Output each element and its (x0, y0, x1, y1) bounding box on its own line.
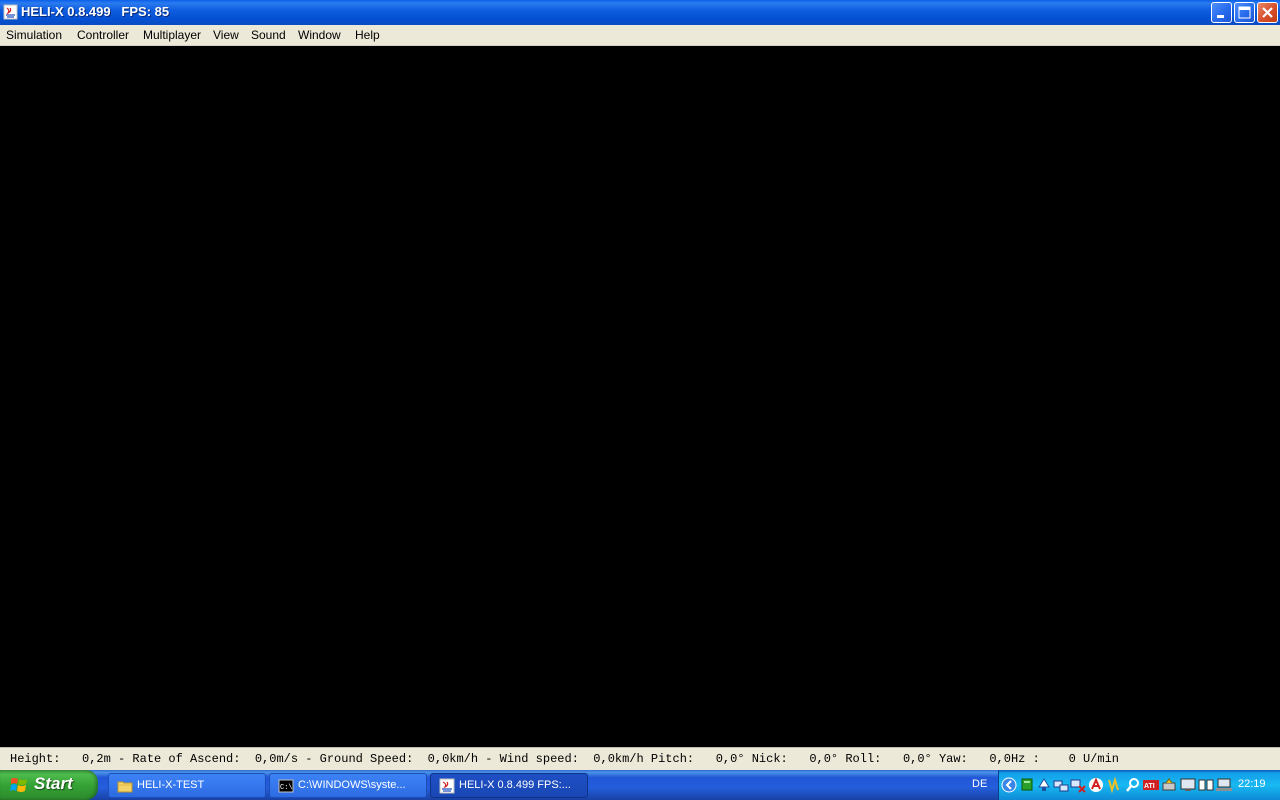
status-bar: Height: 0,2m - Rate of Ascend: 0,0m/s - … (0, 747, 1280, 770)
taskbar-item-label: C:\WINDOWS\syste... (298, 779, 406, 791)
search-icon[interactable] (1125, 777, 1141, 793)
svg-text:ATI: ATI (1144, 783, 1155, 790)
maximize-button[interactable] (1234, 2, 1255, 23)
minimize-icon (1217, 15, 1224, 18)
taskbar-item-label: HELI-X 0.8.499 FPS:... (459, 779, 571, 791)
java-icon (3, 4, 18, 20)
start-button[interactable]: Start (0, 770, 98, 800)
menu-controller[interactable]: Controller (77, 28, 129, 42)
windows-logo-icon (10, 778, 27, 792)
menu-help[interactable]: Help (355, 28, 380, 42)
taskbar: Start HELI-X-TEST C:\ C:\WINDOWS\syste..… (0, 770, 1280, 800)
close-icon (1262, 7, 1273, 18)
menu-bar: Simulation Controller Multiplayer View S… (0, 25, 1280, 46)
monitor-icon[interactable] (1019, 777, 1035, 793)
menu-window[interactable]: Window (298, 28, 341, 42)
svg-text:C:\: C:\ (280, 784, 293, 792)
taskbar-item-console[interactable]: C:\ C:\WINDOWS\syste... (269, 773, 427, 798)
start-label: Start (34, 774, 73, 793)
java-icon (439, 778, 455, 794)
display-icon[interactable] (1180, 777, 1196, 793)
taskbar-item-label: HELI-X-TEST (137, 779, 205, 791)
window-icon[interactable] (1198, 777, 1214, 793)
taskbar-item-heli-x[interactable]: HELI-X 0.8.499 FPS:... (430, 773, 588, 798)
minimize-button[interactable] (1211, 2, 1232, 23)
menu-view[interactable]: View (213, 28, 239, 42)
title-bar[interactable]: HELI-X 0.8.499 FPS: 85 (0, 0, 1280, 25)
device-icon[interactable] (1161, 777, 1177, 793)
window-title: HELI-X 0.8.499 FPS: 85 (21, 4, 170, 19)
menu-multiplayer[interactable]: Multiplayer (143, 28, 201, 42)
folder-icon (117, 781, 133, 793)
clock[interactable]: 22:19 (1238, 778, 1266, 790)
console-icon: C:\ (278, 779, 294, 793)
app-window: HELI-X 0.8.499 FPS: 85 Simulation Contro… (0, 0, 1280, 770)
audio-icon[interactable] (1106, 777, 1122, 793)
menu-simulation[interactable]: Simulation (6, 28, 62, 42)
show-hidden-icons-icon[interactable] (1001, 777, 1017, 793)
network-upload-icon[interactable] (1036, 777, 1052, 793)
ati-icon[interactable]: ATI (1143, 777, 1159, 793)
simulation-viewport[interactable] (0, 46, 1280, 747)
laptop-icon[interactable] (1216, 777, 1232, 793)
antivirus-icon[interactable] (1088, 777, 1104, 793)
flight-telemetry: Height: 0,2m - Rate of Ascend: 0,0m/s - … (10, 752, 1119, 766)
menu-sound[interactable]: Sound (251, 28, 286, 42)
maximize-icon (1238, 6, 1251, 19)
language-indicator[interactable]: DE (972, 778, 987, 790)
network-disconnected-icon[interactable] (1070, 777, 1086, 793)
close-button[interactable] (1257, 2, 1278, 23)
taskbar-item-heli-x-test[interactable]: HELI-X-TEST (108, 773, 266, 798)
network-connection-icon[interactable] (1053, 777, 1069, 793)
